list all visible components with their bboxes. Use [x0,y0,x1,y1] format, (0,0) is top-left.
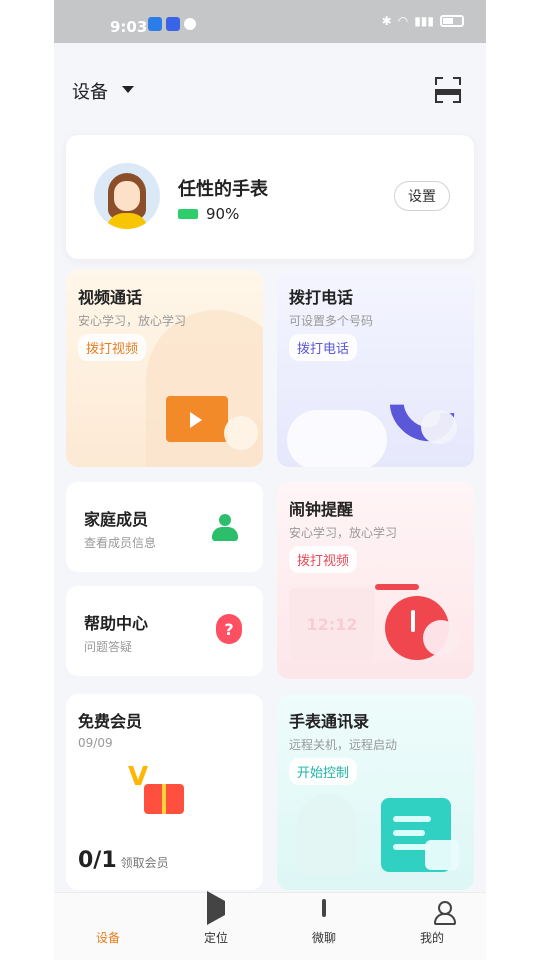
signal-icon: ▮▮▮ [414,14,434,28]
video-call-title: 视频通话 [78,288,143,307]
family-title: 家庭成员 [84,510,149,529]
status-icons: ✱ ◠ ▮▮▮ [382,14,464,28]
help-title: 帮助中心 [84,614,149,633]
contacts-title: 手表通讯录 [289,712,370,731]
message-notification-icon [184,18,196,30]
phone-call-card[interactable]: 拨打电话 可设置多个号码 拨打电话 [277,270,474,467]
chat-bubble-icon [421,410,457,444]
watch-contacts-card[interactable]: 手表通讯录 远程关机，远程启动 开始控制 [277,694,474,890]
alarm-title: 闹钟提醒 [289,500,354,519]
chat-bubble-icon [425,840,459,870]
tab-profile[interactable]: 我的 [378,901,486,946]
wifi-icon: ◠ [397,14,409,28]
contacts-button[interactable]: 开始控制 [289,758,358,785]
family-members-card[interactable]: 家庭成员 查看成员信息 [66,482,263,572]
help-subtitle: 问题答疑 [84,640,133,654]
phone-call-button[interactable]: 拨打电话 [289,334,358,361]
status-bar: 9:03 ✱ ◠ ▮▮▮ [54,0,486,43]
family-subtitle: 查看成员信息 [84,536,157,550]
battery-icon [440,15,464,27]
battery-percent: 90% [206,205,240,223]
header: 设备 [54,70,486,110]
tab-device-label: 设备 [95,931,120,945]
video-call-subtitle: 安心学习，放心学习 [78,314,187,328]
user-icon [421,901,443,923]
battery-level-icon [178,209,198,219]
left-gutter [0,0,54,960]
video-camera-icon [166,396,228,442]
device-profile-card: 任性的手表 90% 设置 [66,135,474,259]
avatar [94,163,160,229]
chat-icon [313,899,335,923]
phone-handset-icon [376,363,468,455]
alarm-card[interactable]: 闹钟提醒 安心学习，放心学习 拨打视频 12:12 [277,482,474,679]
bottom-tab-bar: 设备 定位 微聊 我的 [54,891,486,960]
battery-status: 90% [178,205,239,223]
device-selector-label[interactable]: 设备 [72,78,108,104]
tab-chat-label: 微聊 [311,931,336,945]
location-icon [205,891,227,925]
watch-icon [97,901,119,923]
chevron-down-icon[interactable] [122,86,134,93]
device-name: 任性的手表 [178,179,268,200]
right-gutter [486,0,540,960]
vip-count-value: 0/1 [78,848,117,873]
location-notification-icon [166,17,180,31]
chat-bubble-icon [224,416,258,450]
chat-bubble-icon [423,620,459,656]
vip-subtitle: 09/09 [78,736,113,750]
person-icon [212,514,238,544]
tab-profile-label: 我的 [419,931,444,945]
tab-location-label: 定位 [203,931,228,945]
video-call-card[interactable]: 视频通话 安心学习，放心学习 拨打视频 [66,270,263,467]
app-screen: 9:03 ✱ ◠ ▮▮▮ 设备 任性的手表 90% 设置 视频通话 安心学习，放… [54,0,486,960]
vip-card[interactable]: 免费会员 09/09 V 0/1 领取会员 [66,694,263,890]
alarm-button[interactable]: 拨打视频 [289,546,358,573]
bluetooth-icon: ✱ [381,14,392,28]
vip-count: 0/1 领取会员 [78,848,169,873]
vip-title: 免费会员 [78,712,143,731]
phone-call-title: 拨打电话 [289,288,354,307]
status-time: 9:03 [110,18,148,36]
vip-gift-icon: V [128,762,200,820]
tab-chat[interactable]: 微聊 [270,899,378,946]
settings-button[interactable]: 设置 [394,181,450,211]
tab-location[interactable]: 定位 [162,891,270,946]
help-center-card[interactable]: 帮助中心 问题答疑 ? [66,586,263,676]
question-icon: ? [216,614,242,644]
scan-icon[interactable] [435,77,461,103]
vip-count-label[interactable]: 领取会员 [121,856,169,870]
alarm-subtitle: 安心学习，放心学习 [289,526,398,540]
tab-device[interactable]: 设备 [54,901,162,946]
digital-clock-display: 12:12 [289,588,375,660]
phone-call-subtitle: 可设置多个号码 [289,314,374,328]
app-notification-icon [148,17,162,31]
contacts-subtitle: 远程关机，远程启动 [289,738,398,752]
video-call-button[interactable]: 拨打视频 [78,334,147,361]
